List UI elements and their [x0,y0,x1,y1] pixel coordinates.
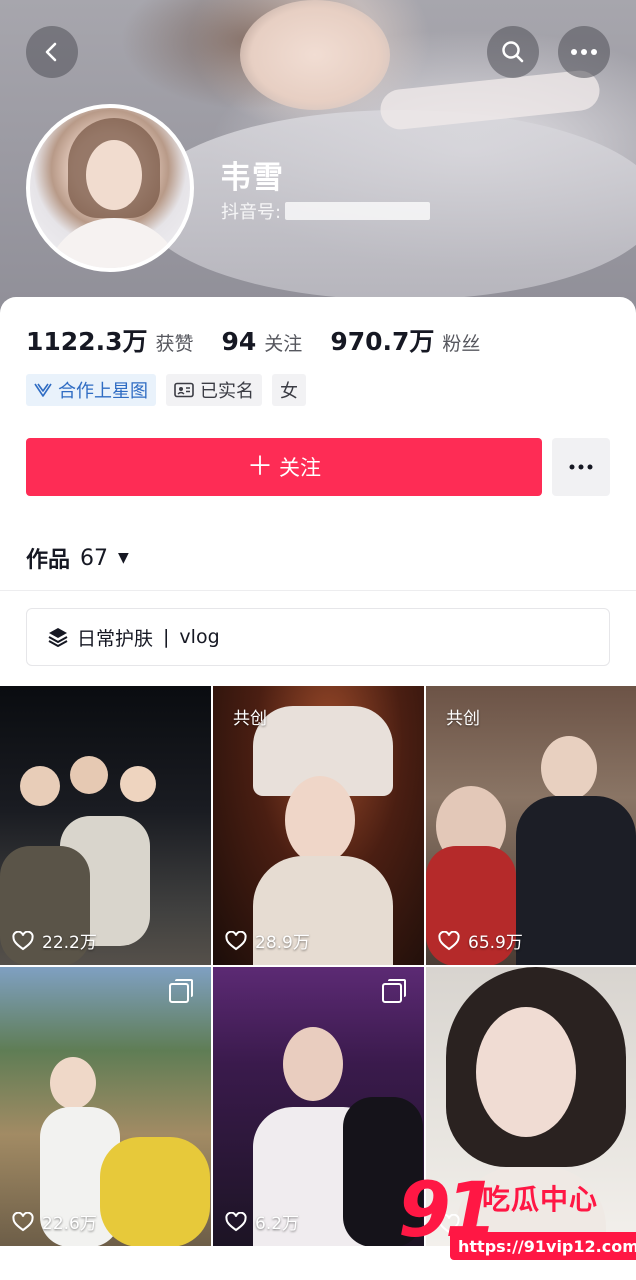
multi-image-icon [382,979,406,1003]
watermark: 91 吃瓜中心 https://91vip12.com [398,1172,636,1280]
collection-second: vlog [179,626,220,648]
verified-label: 已实名 [200,381,254,402]
stat-value: 94 [221,327,257,356]
video-likes: 28.9万 [225,928,310,953]
co-creation-badge: 共创 [446,709,480,729]
heart-icon [12,1211,34,1232]
multi-image-icon [169,979,193,1003]
co-creation-badge: 共创 [233,709,267,729]
heart-icon [225,930,247,951]
star-map-label: 合作上星图 [58,381,148,402]
works-count: 67 [80,545,109,571]
more-options-button[interactable] [558,26,610,78]
chevron-left-icon [45,42,57,62]
stat-value: 1122.3万 [26,327,148,356]
video-tile[interactable]: 22.2万 [0,686,211,965]
video-likes: 65.9万 [438,928,523,953]
follow-more-button[interactable] [552,438,610,496]
video-tile[interactable]: 共创 65.9万 [426,686,636,965]
video-likes: 6.2万 [225,1209,299,1234]
profile-tags: 合作上星图 已实名 女 [26,374,316,406]
heart-icon [12,930,34,951]
follow-label: 关注 [279,456,321,480]
divider [0,590,636,591]
gender-label: 女 [280,381,298,402]
stat-label: 关注 [264,333,303,355]
video-tile[interactable]: 共创 28.9万 [213,686,424,965]
video-likes-count: 22.2万 [42,933,97,953]
star-map-tag[interactable]: 合作上星图 [26,374,156,406]
video-likes-count: 28.9万 [255,933,310,953]
nickname: 韦雪 [220,160,284,196]
more-dots-icon [569,464,593,470]
video-tile[interactable]: 22.6万 [0,967,211,1246]
plus-icon: ＋ [246,452,273,482]
gender-tag: 女 [272,374,306,406]
star-map-icon [34,382,52,398]
works-label: 作品 [26,548,71,573]
heart-icon [438,930,460,951]
avatar[interactable] [26,104,194,272]
stat-following[interactable]: 94 关注 [222,327,303,356]
layers-icon [47,626,69,648]
douyin-id-redacted [285,202,431,220]
watermark-text: 吃瓜中心 [482,1183,599,1216]
douyin-id-label: 抖音号: [221,202,282,223]
collection-bar[interactable]: 日常护肤 | vlog [26,608,610,666]
video-likes-count: 6.2万 [255,1214,300,1234]
collection-separator: | [163,626,170,648]
search-icon [502,41,524,63]
verified-tag[interactable]: 已实名 [166,374,262,406]
tab-works[interactable]: 作品 67 ▼ [26,542,129,574]
back-button[interactable] [26,26,78,78]
collection-name: 日常护肤 [77,627,154,650]
watermark-url: https://91vip12.com [450,1232,636,1260]
profile-stats: 1122.3万 获赞 94 关注 970.7万 粉丝 [26,322,508,358]
video-likes: 22.2万 [12,928,97,953]
stat-label: 粉丝 [442,333,481,355]
caret-down-icon: ▼ [118,550,129,566]
search-button[interactable] [487,26,539,78]
stat-value: 970.7万 [330,327,435,356]
id-card-icon [174,382,194,398]
stat-label: 获赞 [155,333,194,355]
stat-likes[interactable]: 1122.3万 获赞 [26,322,194,358]
douyin-id[interactable]: 抖音号: [221,198,431,224]
video-likes-count: 22.6万 [42,1214,97,1234]
more-dots-icon [571,49,597,55]
video-likes: 22.6万 [12,1209,97,1234]
video-tile[interactable]: 6.2万 [213,967,424,1246]
video-likes-count: 65.9万 [468,933,523,953]
stat-followers[interactable]: 970.7万 粉丝 [330,322,480,358]
follow-button[interactable]: ＋ 关注 [26,438,542,496]
heart-icon [225,1211,247,1232]
